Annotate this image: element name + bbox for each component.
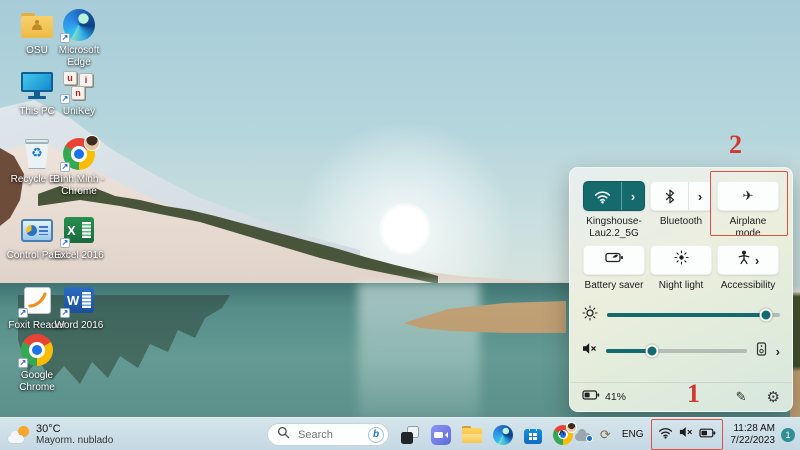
- chrome-icon: ↗: [20, 334, 54, 366]
- microsoft-store-button[interactable]: [524, 429, 542, 444]
- battery-saver-label: Battery saver: [583, 275, 645, 295]
- brightness-slider[interactable]: [607, 313, 780, 317]
- task-view-button[interactable]: [400, 425, 420, 445]
- settings-button[interactable]: ⚙: [767, 388, 780, 406]
- bluetooth-label: Bluetooth: [650, 211, 712, 245]
- volume-muted-icon[interactable]: [582, 341, 597, 361]
- annotation-step2: 2: [729, 130, 742, 160]
- wifi-expand-chevron[interactable]: ›: [622, 182, 644, 210]
- start-button[interactable]: [236, 425, 256, 445]
- desktop-icon-label: Google Chrome: [5, 370, 69, 394]
- clock[interactable]: 11:28 AM 7/22/2023: [731, 423, 776, 447]
- shortcut-arrow-icon: ↗: [60, 308, 70, 318]
- volume-row: ›: [582, 338, 780, 364]
- volume-output-chevron[interactable]: ›: [776, 345, 780, 358]
- word-icon: W ↗: [62, 284, 96, 316]
- bluetooth-icon: [651, 182, 688, 210]
- volume-muted-tray-icon: [679, 425, 693, 444]
- chrome-profile-icon: ↗: [62, 138, 96, 170]
- weather-widget[interactable]: 30°C Mayorm. nublado: [8, 418, 113, 450]
- desktop-icon-label: Word 2016: [55, 320, 104, 332]
- edge-taskbar-button[interactable]: [493, 425, 513, 445]
- desktop-icon-word[interactable]: W ↗ Word 2016: [47, 284, 111, 332]
- shortcut-arrow-icon: ↗: [60, 162, 70, 172]
- desktop-icon-label: UniKey: [63, 106, 95, 118]
- accessibility-tile[interactable]: ›: [717, 245, 779, 275]
- shortcut-arrow-icon: ↗: [18, 308, 28, 318]
- bluetooth-tile[interactable]: ›: [650, 181, 712, 211]
- accessibility-label: Accessibility: [717, 275, 779, 295]
- annotation-box-airplane-mode: [710, 171, 788, 236]
- desktop-icon-label: OSU: [26, 45, 48, 57]
- desktop-icon-unikey[interactable]: u i n ↗ UniKey: [47, 70, 111, 118]
- user-avatar: [84, 135, 100, 151]
- sync-icon[interactable]: ⟳: [600, 427, 611, 443]
- desktop-icon-microsoft-edge[interactable]: ↗ Microsoft Edge: [47, 9, 111, 69]
- battery-tray-icon: [699, 426, 716, 444]
- wifi-tray-icon: [658, 426, 673, 444]
- brightness-slider-thumb[interactable]: [760, 309, 773, 322]
- weather-condition: Mayorm. nublado: [36, 435, 113, 447]
- weather-temperature: 30°C: [36, 423, 113, 435]
- unikey-icon: u i n ↗: [62, 70, 96, 102]
- accessibility-icon: [737, 250, 751, 270]
- time: 11:28 AM: [731, 423, 776, 435]
- accessibility-chevron: ›: [755, 254, 759, 267]
- file-explorer-button[interactable]: [462, 426, 482, 443]
- night-light-icon: [674, 250, 689, 270]
- desktop-icon-label: Microsoft Edge: [47, 45, 111, 69]
- wifi-label: Kingshouse-Lau2.2_5G: [583, 211, 645, 245]
- taskbar: 30°C Mayorm. nublado b: [0, 417, 800, 450]
- windows-desktop: OSU ↗ Microsoft Edge This PC u i n ↗ Uni…: [0, 0, 800, 450]
- desktop-icon-label: Excel 2016: [54, 250, 103, 262]
- weather-icon: [8, 425, 30, 445]
- network-volume-battery-group[interactable]: [651, 419, 723, 450]
- desktop-icon-label: Bình Minh - Chrome: [47, 174, 111, 198]
- bing-icon: b: [368, 427, 384, 443]
- brightness-icon: [582, 305, 598, 326]
- sun: [379, 203, 431, 255]
- search-input[interactable]: [296, 428, 362, 442]
- notification-badge[interactable]: 1: [781, 428, 795, 442]
- audio-output-icon[interactable]: [756, 342, 767, 361]
- shortcut-arrow-icon: ↗: [60, 33, 70, 43]
- sun-reflection: [358, 283, 480, 418]
- battery-saver-icon: [605, 251, 624, 269]
- edit-quick-settings-button[interactable]: ✎: [736, 389, 747, 405]
- battery-saver-tile[interactable]: [583, 245, 645, 275]
- search-icon: [277, 426, 290, 444]
- shortcut-arrow-icon: ↗: [60, 238, 70, 248]
- hidden-icons-chevron[interactable]: ^: [558, 429, 564, 441]
- quick-settings-footer: 41% ✎ ⚙: [570, 382, 792, 411]
- bluetooth-expand-chevron[interactable]: ›: [689, 182, 711, 210]
- night-light-label: Night light: [650, 275, 712, 295]
- wifi-tile[interactable]: ›: [583, 181, 645, 211]
- night-light-tile[interactable]: [650, 245, 712, 275]
- shortcut-arrow-icon: ↗: [18, 358, 28, 368]
- excel-icon: X ↗: [62, 214, 96, 246]
- battery-icon: [582, 388, 600, 406]
- chat-button[interactable]: [431, 425, 451, 445]
- brightness-row: [582, 302, 780, 328]
- battery-percent: 41%: [605, 391, 626, 403]
- date: 7/22/2023: [731, 435, 776, 447]
- volume-slider-thumb[interactable]: [646, 345, 659, 358]
- search-box[interactable]: b: [267, 423, 389, 446]
- edge-icon: ↗: [62, 9, 96, 41]
- volume-slider[interactable]: [606, 349, 747, 353]
- language-indicator[interactable]: ENG: [622, 429, 644, 440]
- onedrive-icon[interactable]: [575, 429, 592, 441]
- desktop-icon-google-chrome[interactable]: ↗ Google Chrome: [5, 334, 69, 394]
- system-tray: ^ ⟳ ENG 11:28 AM 7/22/2023 1: [552, 418, 797, 450]
- desktop-icon-excel[interactable]: X ↗ Excel 2016: [47, 214, 111, 262]
- annotation-step1: 1: [687, 379, 700, 409]
- desktop-icon-chrome-profile[interactable]: ↗ Bình Minh - Chrome: [47, 138, 111, 198]
- shortcut-arrow-icon: ↗: [60, 94, 70, 104]
- wifi-icon: [584, 182, 621, 210]
